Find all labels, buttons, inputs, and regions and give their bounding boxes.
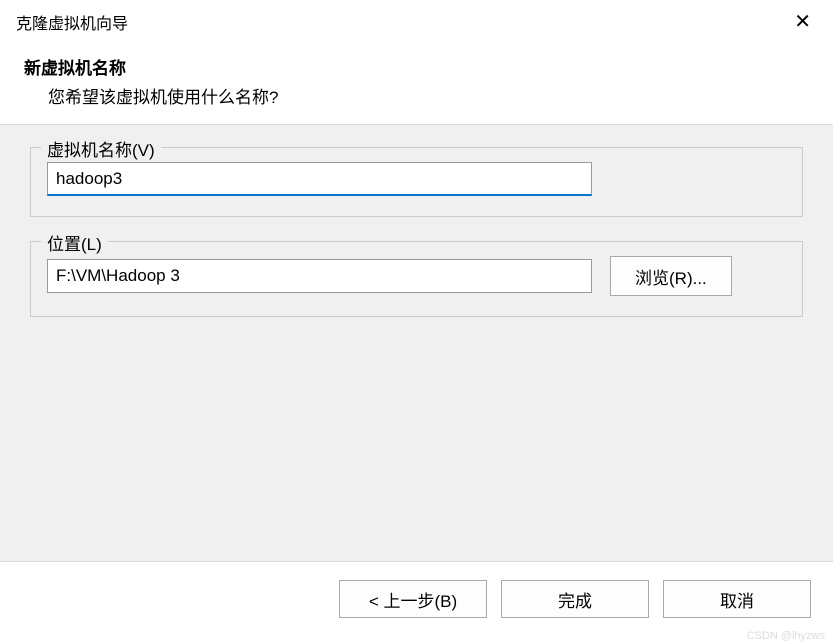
- page-subtitle: 您希望该虚拟机使用什么名称?: [48, 83, 817, 108]
- location-label: 位置(L): [41, 230, 108, 255]
- watermark: CSDN @lhyzws: [747, 630, 825, 642]
- vm-name-group: 虚拟机名称(V): [30, 147, 803, 217]
- window-title: 克隆虚拟机向导: [16, 10, 128, 34]
- location-input[interactable]: [47, 259, 592, 293]
- back-button[interactable]: < 上一步(B): [339, 580, 487, 618]
- close-icon[interactable]: ✕: [784, 8, 821, 36]
- browse-button[interactable]: 浏览(R)...: [610, 256, 732, 296]
- titlebar: 克隆虚拟机向导 ✕: [0, 0, 833, 44]
- vm-name-label: 虚拟机名称(V): [41, 136, 161, 161]
- cancel-button[interactable]: 取消: [663, 580, 811, 618]
- page-title: 新虚拟机名称: [24, 54, 817, 79]
- location-group: 位置(L) 浏览(R)...: [30, 241, 803, 317]
- vm-name-input[interactable]: [47, 162, 592, 196]
- finish-button[interactable]: 完成: [501, 580, 649, 618]
- wizard-header: 新虚拟机名称 您希望该虚拟机使用什么名称?: [0, 44, 833, 124]
- wizard-footer: < 上一步(B) 完成 取消: [0, 562, 833, 636]
- wizard-content: 虚拟机名称(V) 位置(L) 浏览(R)...: [0, 124, 833, 562]
